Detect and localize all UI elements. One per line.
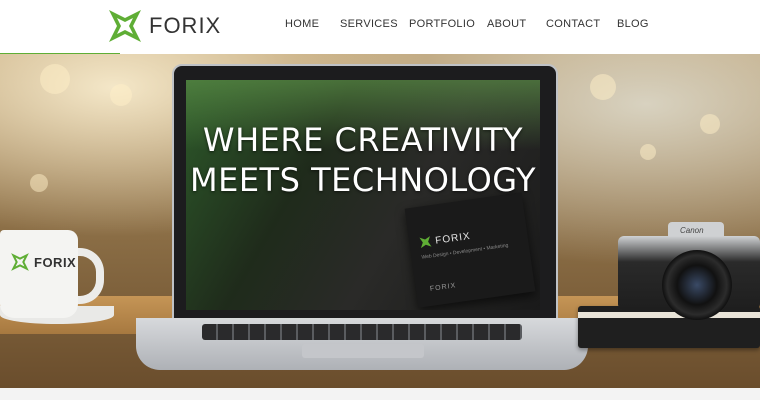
- card-brand-secondary: FORIX: [429, 282, 457, 293]
- forix-logo-icon: [419, 236, 432, 249]
- bokeh-light: [700, 114, 720, 134]
- site-header: FORIX HOME SERVICES PORTFOLIO ABOUT CONT…: [0, 0, 760, 54]
- nav-item-services[interactable]: SERVICES: [340, 18, 398, 30]
- camera-lens: [662, 250, 732, 320]
- brand-name: FORIX: [149, 13, 222, 38]
- bokeh-light: [30, 174, 48, 192]
- bokeh-light: [40, 64, 70, 94]
- hero-headline-line2: MEETS TECHNOLOGY: [190, 161, 536, 199]
- nav-item-home[interactable]: HOME: [285, 18, 319, 30]
- hero-headline-line1: WHERE CREATIVITY: [202, 121, 524, 159]
- mug-brand: FORIX: [34, 254, 77, 270]
- bokeh-light: [110, 84, 132, 106]
- site-logo[interactable]: FORIX: [107, 8, 221, 44]
- business-card: FORIX Web Design • Development • Marketi…: [404, 192, 536, 308]
- card-logo: FORIX: [419, 230, 472, 249]
- card-brand: FORIX: [434, 230, 472, 247]
- hero-headline: WHERE CREATIVITY MEETS TECHNOLOGY: [186, 120, 540, 200]
- nav-item-portfolio[interactable]: PORTFOLIO: [409, 18, 475, 30]
- camera-brand: Canon: [680, 226, 704, 235]
- bokeh-light: [590, 74, 616, 100]
- nav-item-contact[interactable]: CONTACT: [546, 18, 600, 30]
- laptop-trackpad: [302, 344, 424, 358]
- page-bottom-strip: [0, 388, 760, 400]
- mug-logo: FORIX: [10, 252, 76, 272]
- nav-item-about[interactable]: ABOUT: [487, 18, 526, 30]
- bokeh-light: [640, 144, 656, 160]
- nav-item-blog[interactable]: BLOG: [617, 18, 649, 30]
- forix-logo-icon: [11, 253, 29, 271]
- laptop-keyboard: [202, 324, 522, 340]
- forix-logo-icon: [109, 10, 141, 42]
- notebook-pages: [578, 312, 760, 318]
- coffee-mug: [0, 230, 78, 318]
